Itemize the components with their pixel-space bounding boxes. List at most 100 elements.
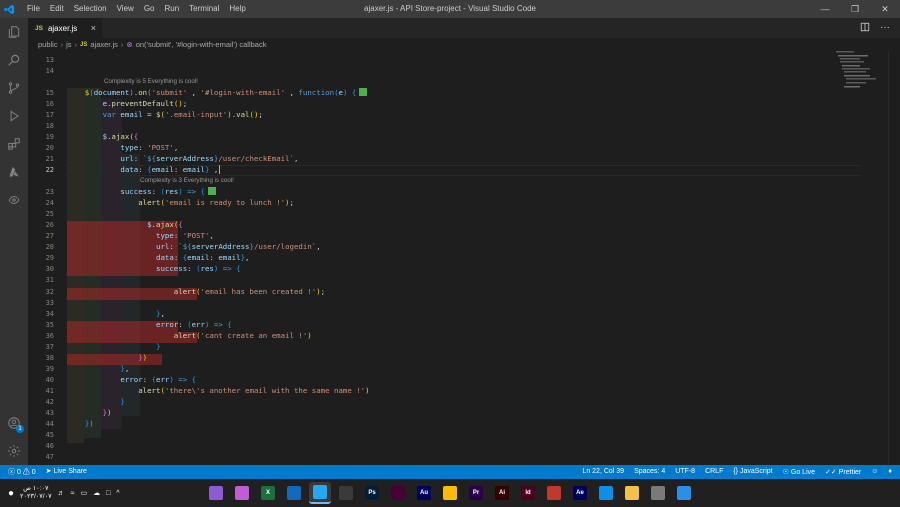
show-hidden-icons-icon[interactable]: ^ bbox=[116, 490, 119, 497]
line-number: 16 bbox=[45, 100, 54, 108]
cursor-position[interactable]: Ln 22, Col 39 bbox=[582, 468, 624, 476]
menu-terminal[interactable]: Terminal bbox=[184, 0, 224, 18]
extensions-icon[interactable] bbox=[0, 130, 28, 158]
taskbar-app-gray-icon[interactable] bbox=[647, 482, 669, 504]
notifications-bell-icon[interactable]: ♦ bbox=[888, 468, 892, 476]
taskbar-dreamweaver-icon[interactable] bbox=[387, 482, 409, 504]
taskbar-app-1-icon[interactable] bbox=[205, 482, 227, 504]
run-debug-icon[interactable] bbox=[0, 102, 28, 130]
line-number: 21 bbox=[45, 155, 54, 163]
title-bar: File Edit Selection View Go Run Terminal… bbox=[0, 0, 900, 18]
minimap[interactable] bbox=[836, 51, 886, 111]
taskbar-app-2-icon[interactable] bbox=[231, 482, 253, 504]
problems-indicator[interactable]: ⓧ 0 ⚠ 0 bbox=[8, 467, 36, 477]
language-mode[interactable]: {} JavaScript bbox=[733, 468, 772, 476]
code-line: }, bbox=[120, 364, 130, 373]
premiere-tile: Pr bbox=[469, 486, 483, 500]
code-lens-complexity[interactable]: Complexity is 3 Everything is cool! bbox=[140, 177, 234, 184]
js-file-icon: JS bbox=[35, 24, 43, 32]
tab-ajaxer-js[interactable]: JS ajaxer.js × bbox=[28, 18, 102, 38]
line-number: 24 bbox=[45, 199, 54, 207]
chat-icon[interactable]: □ bbox=[106, 490, 110, 497]
breadcrumb-file[interactable]: ajaxer.js bbox=[90, 40, 118, 49]
end-of-line[interactable]: CRLF bbox=[705, 468, 723, 476]
mail-tile bbox=[287, 486, 301, 500]
breadcrumb-public[interactable]: public bbox=[38, 40, 58, 49]
menu-view[interactable]: View bbox=[112, 0, 139, 18]
taskbar-mail-icon[interactable] bbox=[283, 482, 305, 504]
breadcrumb-symbol[interactable]: on('submit', '#login-with-email') callba… bbox=[136, 40, 267, 49]
taskbar-audition-icon[interactable]: Au bbox=[413, 482, 435, 504]
volume-icon[interactable]: ♬ bbox=[58, 490, 65, 497]
explorer-icon[interactable] bbox=[0, 18, 28, 46]
indesign-tile: Id bbox=[521, 486, 535, 500]
line-number: 29 bbox=[45, 254, 54, 262]
taskbar-vscode-icon[interactable] bbox=[309, 482, 331, 504]
code-line: success: (res) => { bbox=[156, 264, 241, 273]
taskbar-chrome-icon[interactable] bbox=[439, 482, 461, 504]
minimize-button[interactable]: — bbox=[810, 0, 840, 18]
taskbar-after-effects-icon[interactable]: Ae bbox=[569, 482, 591, 504]
split-editor-icon[interactable] bbox=[860, 22, 870, 34]
onedrive-icon[interactable]: ☁ bbox=[93, 489, 100, 497]
code-line: alert('email has been created !'); bbox=[173, 287, 326, 296]
azure-icon[interactable] bbox=[0, 158, 28, 186]
accounts-icon[interactable]: 1 bbox=[0, 409, 28, 437]
notifications-icon[interactable]: ● bbox=[8, 488, 14, 499]
line-number: 36 bbox=[45, 332, 54, 340]
clock[interactable]: ١٠:٠٧ ص ٢٠٢٣/٠٧/٠٧ bbox=[20, 485, 52, 501]
code-line: $.ajax({ bbox=[102, 132, 139, 141]
remote-explorer-icon[interactable] bbox=[0, 186, 28, 214]
code-line: }, bbox=[156, 309, 165, 318]
code-line: }) bbox=[102, 408, 112, 417]
close-tab-icon[interactable]: × bbox=[91, 23, 96, 33]
taskbar-excel-icon[interactable]: X bbox=[257, 482, 279, 504]
editor-tab-bar: JS ajaxer.js × ··· bbox=[28, 18, 900, 38]
restore-button[interactable]: ❐ bbox=[840, 0, 870, 18]
code-line: data: {email: email} , bbox=[67, 165, 225, 174]
line-number: 46 bbox=[45, 442, 54, 450]
line-number: 28 bbox=[45, 243, 54, 251]
taskbar-apps: X Ps Au Pr Ai Id Ae bbox=[205, 482, 695, 504]
feedback-icon[interactable]: ☺ bbox=[871, 468, 878, 476]
code-editor[interactable]: 13 14 Complexity is 5 Everything is cool… bbox=[28, 51, 900, 465]
more-actions-icon[interactable]: ··· bbox=[880, 23, 890, 33]
chevron-right-icon: › bbox=[74, 40, 78, 49]
indentation[interactable]: Spaces: 4 bbox=[634, 468, 665, 476]
close-window-button[interactable]: ✕ bbox=[870, 0, 900, 18]
menu-selection[interactable]: Selection bbox=[69, 0, 112, 18]
line-number: 35 bbox=[45, 321, 54, 329]
menu-help[interactable]: Help bbox=[224, 0, 250, 18]
manage-gear-icon[interactable] bbox=[0, 437, 28, 465]
code-line: alert('cant create an email !') bbox=[173, 331, 312, 340]
taskbar-edge-icon[interactable] bbox=[595, 482, 617, 504]
live-share-button[interactable]: ➤ Live Share bbox=[46, 467, 87, 477]
vertical-scrollbar[interactable] bbox=[888, 51, 900, 465]
code-line: $(document).on('submit' , '#login-with-e… bbox=[67, 88, 368, 97]
menu-run[interactable]: Run bbox=[159, 0, 184, 18]
code-line: url: `${serverAddress}/user/checkEmail`, bbox=[120, 154, 299, 163]
battery-icon[interactable]: ▭ bbox=[80, 489, 87, 497]
taskbar-indesign-icon[interactable]: Id bbox=[517, 482, 539, 504]
menu-edit[interactable]: Edit bbox=[45, 0, 69, 18]
menu-file[interactable]: File bbox=[22, 0, 45, 18]
encoding[interactable]: UTF-8 bbox=[675, 468, 695, 476]
taskbar-start-icon[interactable] bbox=[673, 482, 695, 504]
taskbar-file-explorer-icon[interactable] bbox=[621, 482, 643, 504]
sublime-tile bbox=[339, 486, 353, 500]
code-lens-complexity[interactable]: Complexity is 5 Everything is cool! bbox=[104, 78, 198, 85]
code-line: type: 'POST', bbox=[156, 231, 214, 240]
menu-go[interactable]: Go bbox=[139, 0, 160, 18]
source-control-icon[interactable] bbox=[0, 74, 28, 102]
taskbar-premiere-icon[interactable]: Pr bbox=[465, 482, 487, 504]
wifi-icon[interactable]: ≈ bbox=[71, 490, 75, 497]
taskbar-app-office-icon[interactable] bbox=[543, 482, 565, 504]
go-live-button[interactable]: ☉ Go Live bbox=[783, 468, 815, 476]
code-line: success: (res) => { bbox=[67, 187, 216, 196]
prettier-status[interactable]: ✓✓ Prettier bbox=[825, 468, 861, 476]
breadcrumb-js[interactable]: js bbox=[66, 40, 71, 49]
search-icon[interactable] bbox=[0, 46, 28, 74]
taskbar-sublime-icon[interactable] bbox=[335, 482, 357, 504]
taskbar-illustrator-icon[interactable]: Ai bbox=[491, 482, 513, 504]
taskbar-photoshop-icon[interactable]: Ps bbox=[361, 482, 383, 504]
